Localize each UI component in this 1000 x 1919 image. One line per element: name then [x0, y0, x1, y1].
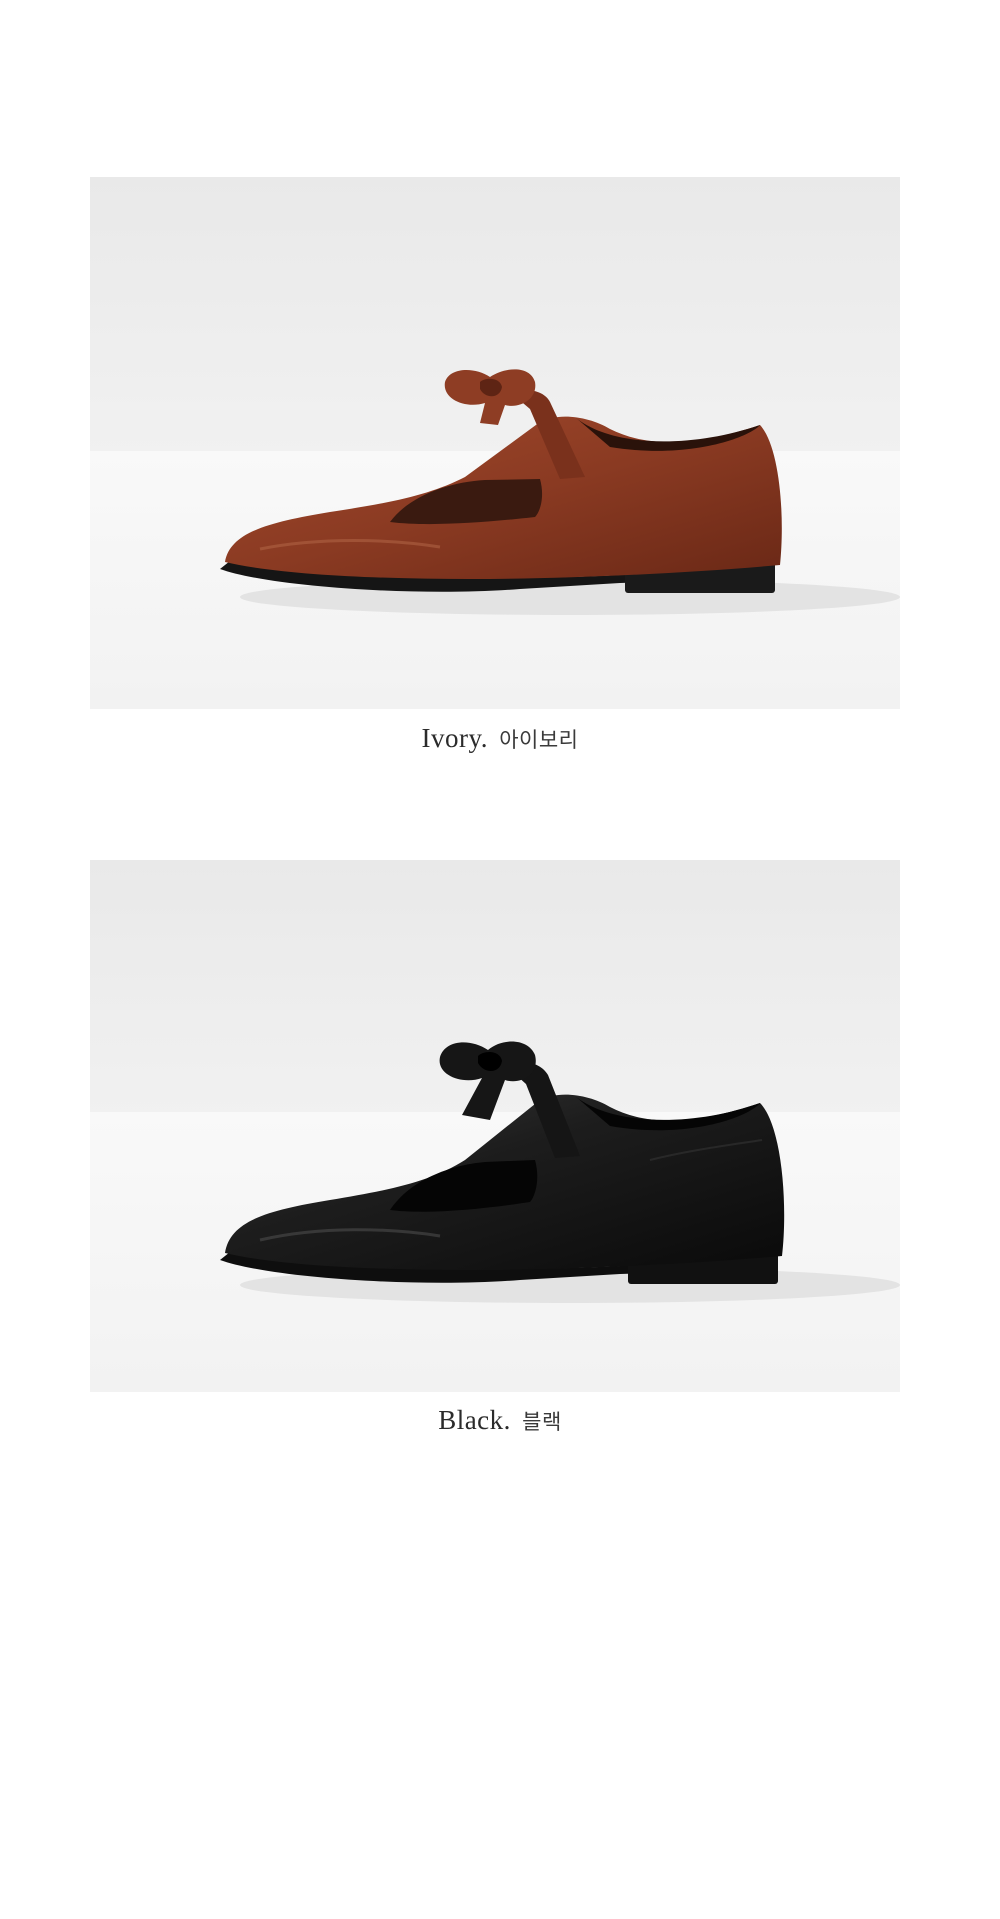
shoe-photo-scene	[90, 860, 900, 1392]
shoe-photo-scene	[90, 177, 900, 709]
product-photo-ivory	[90, 177, 900, 709]
product-caption-ivory: Ivory. 아이보리	[0, 723, 1000, 754]
caption-english: Ivory.	[421, 723, 488, 753]
product-photo-black	[90, 860, 900, 1392]
caption-korean: 블랙	[522, 1410, 562, 1434]
caption-english: Black.	[438, 1405, 511, 1435]
caption-korean: 아이보리	[499, 728, 579, 752]
product-caption-black: Black. 블랙	[0, 1405, 1000, 1436]
